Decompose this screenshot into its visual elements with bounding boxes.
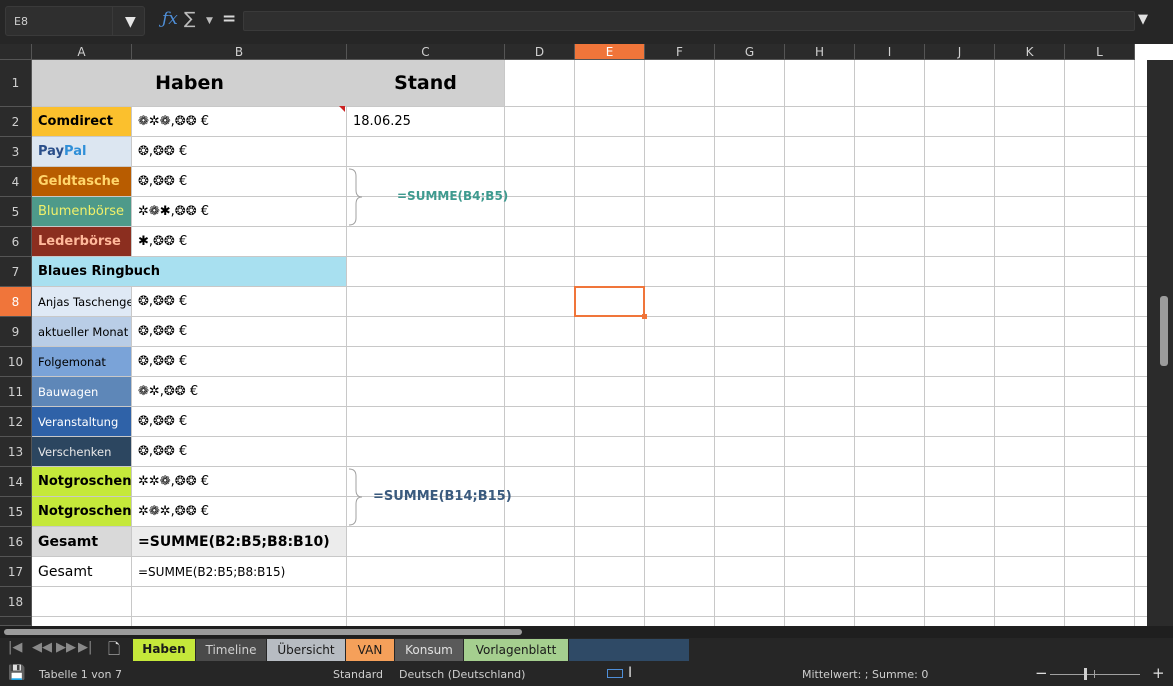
save-status-icon[interactable]: 💾 bbox=[8, 665, 25, 681]
name-box[interactable]: E8 ▼ bbox=[5, 6, 145, 36]
cell-b2[interactable]: ❁✲❁,❂❂ € bbox=[132, 107, 347, 137]
next-sheet-icon[interactable]: ▶▶ bbox=[56, 640, 76, 655]
paypal-pal-text: Pal bbox=[64, 144, 87, 159]
name-box-value[interactable]: E8 bbox=[14, 15, 28, 28]
selection-mode-icon[interactable] bbox=[607, 669, 623, 678]
cell-a5[interactable]: Blumenbörse bbox=[32, 197, 132, 227]
cell-a15[interactable]: Notgroschen I bbox=[32, 497, 132, 527]
comment-indicator[interactable] bbox=[339, 106, 345, 112]
cell-b12[interactable]: ❂,❂❂ € bbox=[132, 407, 347, 437]
cell-a13[interactable]: Verschenken bbox=[32, 437, 132, 467]
cell-a7[interactable]: Blaues Ringbuch bbox=[32, 257, 347, 287]
tab-konsum[interactable]: Konsum bbox=[395, 639, 463, 661]
tab-haben[interactable]: Haben bbox=[133, 639, 195, 661]
cell-b15[interactable]: ✲❁✲,❂❂ € bbox=[132, 497, 347, 527]
last-sheet-icon[interactable]: ▶| bbox=[78, 640, 92, 655]
cell-a12[interactable]: Veranstaltung bbox=[32, 407, 132, 437]
formula-input[interactable] bbox=[243, 11, 1135, 31]
sum-icon[interactable]: ∑ bbox=[184, 9, 195, 29]
cell-a8[interactable]: Anjas Taschengel bbox=[32, 287, 132, 317]
tab-van[interactable]: VAN bbox=[346, 639, 394, 661]
vertical-scrollbar-thumb[interactable] bbox=[1160, 296, 1168, 366]
language-status[interactable]: Deutsch (Deutschland) bbox=[399, 668, 525, 681]
cell-b1-haben-header[interactable]: Haben bbox=[32, 60, 347, 107]
add-sheet-icon[interactable]: 🗋 bbox=[108, 639, 120, 664]
cell-b17[interactable]: =SUMME(B2:B5;B8:B15) bbox=[132, 557, 347, 587]
selection-summary[interactable]: Mittelwert: ; Summe: 0 bbox=[802, 668, 928, 681]
cell-b6[interactable]: ✱,❂❂ € bbox=[132, 227, 347, 257]
cell-c2[interactable]: 18.06.25 bbox=[347, 107, 505, 137]
sheet-tab-bar: |◀ ◀◀ ▶▶ ▶| 🗋 Haben Timeline Übersicht V… bbox=[0, 638, 1173, 662]
cell-b4[interactable]: ❂,❂❂ € bbox=[132, 167, 347, 197]
first-sheet-icon[interactable]: |◀ bbox=[8, 640, 22, 655]
brace-shape-b14-b15 bbox=[348, 468, 363, 526]
cell-a2[interactable]: Comdirect bbox=[32, 107, 132, 137]
fill-handle[interactable] bbox=[642, 314, 647, 319]
cell-b16[interactable]: =SUMME(B2:B5;B8:B10) bbox=[132, 527, 347, 557]
brace-shape-b4-b5 bbox=[348, 168, 363, 226]
cell-b13[interactable]: ❂,❂❂ € bbox=[132, 437, 347, 467]
cell-a9[interactable]: aktueller Monat bbox=[32, 317, 132, 347]
cell-b9[interactable]: ❂,❂❂ € bbox=[132, 317, 347, 347]
cell-b5[interactable]: ✲❁✱,❂❂ € bbox=[132, 197, 347, 227]
cell-c1-stand-header[interactable]: Stand bbox=[347, 60, 505, 107]
annotation-sum-b14-b15[interactable]: =SUMME(B14;B15) bbox=[373, 489, 512, 504]
selected-cell-e8[interactable] bbox=[574, 286, 645, 317]
paypal-pay-text: Pay bbox=[38, 144, 65, 159]
cell-b8[interactable]: ❂,❂❂ € bbox=[132, 287, 347, 317]
cell-a4[interactable]: Geldtasche bbox=[32, 167, 132, 197]
spreadsheet-grid[interactable]: A B C D E F G H I J K L 1 2 3 4 5 6 7 8 … bbox=[0, 44, 1173, 626]
zoom-slider-thumb[interactable] bbox=[1084, 668, 1087, 680]
name-box-divider bbox=[112, 7, 113, 35]
text-cursor-icon: I bbox=[628, 665, 633, 681]
horizontal-scrollbar[interactable] bbox=[0, 626, 1173, 638]
cell-a10[interactable]: Folgemonat bbox=[32, 347, 132, 377]
function-wizard-icon[interactable]: ƒx bbox=[162, 9, 178, 29]
cell-a17[interactable]: Gesamt bbox=[32, 557, 132, 587]
zoom-in-button[interactable]: + bbox=[1152, 664, 1165, 682]
sheet-position[interactable]: Tabelle 1 von 7 bbox=[39, 668, 122, 681]
cell-b11[interactable]: ❁✲,❂❂ € bbox=[132, 377, 347, 407]
previous-sheet-icon[interactable]: ◀◀ bbox=[32, 640, 52, 655]
formula-icon[interactable]: = bbox=[222, 9, 236, 29]
status-bar: 💾 Tabelle 1 von 7 Standard Deutsch (Deut… bbox=[0, 662, 1173, 686]
cell-a11[interactable]: Bauwagen bbox=[32, 377, 132, 407]
cell-a16[interactable]: Gesamt bbox=[32, 527, 132, 557]
cell-b14[interactable]: ✲✲❁,❂❂ € bbox=[132, 467, 347, 497]
cell-b3[interactable]: ❂,❂❂ € bbox=[132, 137, 347, 167]
formula-bar: E8 ▼ ƒx ∑ ▼ = ▼ bbox=[0, 0, 1173, 44]
tab-unnamed-blue[interactable] bbox=[569, 639, 689, 661]
expand-formula-bar-icon[interactable]: ▼ bbox=[1138, 12, 1148, 27]
zoom-slider-track[interactable] bbox=[1050, 674, 1140, 675]
horizontal-scrollbar-thumb[interactable] bbox=[4, 629, 522, 635]
vertical-scrollbar-track[interactable] bbox=[1147, 60, 1159, 626]
page-style[interactable]: Standard bbox=[333, 668, 383, 681]
tab-vorlagenblatt[interactable]: Vorlagenblatt bbox=[464, 639, 568, 661]
tab-timeline[interactable]: Timeline bbox=[196, 639, 266, 661]
sum-dropdown-icon[interactable]: ▼ bbox=[206, 16, 213, 26]
chevron-down-icon[interactable]: ▼ bbox=[125, 14, 136, 30]
cell-a3[interactable]: Pay Pal bbox=[32, 137, 132, 167]
cell-a6[interactable]: Lederbörse bbox=[32, 227, 132, 257]
zoom-out-button[interactable]: − bbox=[1035, 664, 1048, 682]
cell-a14[interactable]: Notgroschen I bbox=[32, 467, 132, 497]
zoom-slider-center-mark bbox=[1094, 670, 1095, 678]
annotation-sum-b4-b5[interactable]: =SUMME(B4;B5) bbox=[397, 189, 508, 203]
cell-b10[interactable]: ❂,❂❂ € bbox=[132, 347, 347, 377]
tab-uebersicht[interactable]: Übersicht bbox=[267, 639, 345, 661]
